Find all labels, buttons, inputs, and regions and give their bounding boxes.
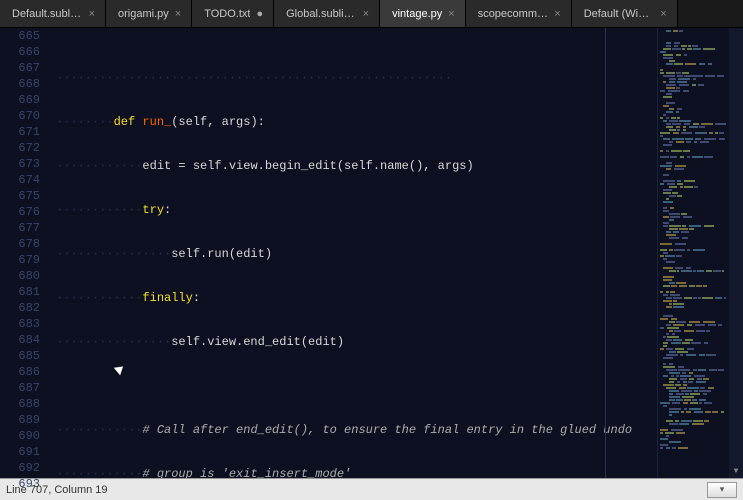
dirty-icon[interactable]: [256, 8, 263, 20]
keyword: def: [114, 115, 143, 129]
whitespace: ············: [56, 467, 142, 478]
line-number: 682: [0, 300, 40, 316]
line-number: 691: [0, 444, 40, 460]
func-name: run_: [142, 115, 171, 129]
code-editor[interactable]: ········································…: [50, 28, 657, 478]
whitespace: ············: [56, 423, 142, 437]
tab-bar: Default.sublim… origami.py TODO.txt Glob…: [0, 0, 743, 28]
line-number: 667: [0, 60, 40, 76]
close-icon[interactable]: [554, 8, 560, 20]
line-number: 670: [0, 108, 40, 124]
line-number: 665: [0, 28, 40, 44]
vertical-scrollbar[interactable]: ▼: [729, 28, 743, 478]
line-number: 669: [0, 92, 40, 108]
editor-main: 6656666676686696706716726736746756766776…: [0, 28, 743, 478]
minimap[interactable]: [657, 28, 729, 478]
plain: :: [193, 291, 200, 305]
tab-global[interactable]: Global.sublime…: [274, 0, 380, 27]
status-bar: Line 707, Column 19: [0, 478, 743, 500]
plain: edit = self.view.begin_edit(self.name(),…: [142, 159, 473, 173]
line-number: 692: [0, 460, 40, 476]
close-icon[interactable]: [89, 8, 95, 20]
tab-label: Default (Wind…: [584, 8, 655, 20]
plain: self.run(edit): [171, 247, 272, 261]
mouse-cursor-icon: [116, 364, 126, 378]
line-number: 674: [0, 172, 40, 188]
line-number: 673: [0, 156, 40, 172]
line-number: 690: [0, 428, 40, 444]
plain: self.view.end_edit(edit): [171, 335, 344, 349]
tab-label: Global.sublime…: [286, 8, 357, 20]
close-icon[interactable]: [175, 8, 181, 20]
whitespace: ············: [56, 159, 142, 173]
status-dropdown[interactable]: [707, 482, 737, 498]
line-number: 672: [0, 140, 40, 156]
tab-default-sublime[interactable]: Default.sublim…: [0, 0, 106, 27]
keyword: try: [142, 203, 164, 217]
line-number: 675: [0, 188, 40, 204]
tab-todo[interactable]: TODO.txt: [192, 0, 274, 27]
close-icon[interactable]: [363, 8, 369, 20]
line-number: 677: [0, 220, 40, 236]
plain: :: [164, 203, 171, 217]
whitespace: ············: [56, 291, 142, 305]
line-number: 680: [0, 268, 40, 284]
tab-default-windows[interactable]: Default (Wind…: [572, 0, 678, 27]
whitespace: ········································…: [56, 71, 452, 85]
keyword: finally: [142, 291, 192, 305]
tab-label: vintage.py: [392, 8, 442, 20]
close-icon[interactable]: [660, 8, 666, 20]
close-icon[interactable]: [448, 8, 454, 20]
line-number-gutter: 6656666676686696706716726736746756766776…: [0, 28, 50, 478]
whitespace: ········: [56, 115, 114, 129]
line-number: 688: [0, 396, 40, 412]
tab-vintage[interactable]: vintage.py: [380, 0, 466, 27]
whitespace: ················: [56, 335, 171, 349]
line-number: 685: [0, 348, 40, 364]
line-number: 687: [0, 380, 40, 396]
cursor-position: Line 707, Column 19: [6, 484, 108, 496]
line-number: 683: [0, 316, 40, 332]
line-number: 676: [0, 204, 40, 220]
tab-label: scopecommand…: [478, 8, 549, 20]
scroll-down-icon[interactable]: ▼: [729, 464, 743, 478]
line-number: 666: [0, 44, 40, 60]
tab-label: TODO.txt: [204, 8, 250, 20]
comment: # Call after end_edit(), to ensure the f…: [142, 423, 632, 437]
line-number: 684: [0, 332, 40, 348]
line-number: 681: [0, 284, 40, 300]
comment: # group is 'exit_insert_mode': [142, 467, 351, 478]
whitespace: ················: [56, 247, 171, 261]
line-number: 686: [0, 364, 40, 380]
line-number: 668: [0, 76, 40, 92]
whitespace: ············: [56, 203, 142, 217]
plain: (self, args):: [171, 115, 265, 129]
line-number: 689: [0, 412, 40, 428]
tab-label: Default.sublim…: [12, 8, 83, 20]
tab-origami[interactable]: origami.py: [106, 0, 192, 27]
line-number: 678: [0, 236, 40, 252]
line-number: 671: [0, 124, 40, 140]
tab-label: origami.py: [118, 8, 169, 20]
line-number: 679: [0, 252, 40, 268]
tab-scopecommand[interactable]: scopecommand…: [466, 0, 572, 27]
